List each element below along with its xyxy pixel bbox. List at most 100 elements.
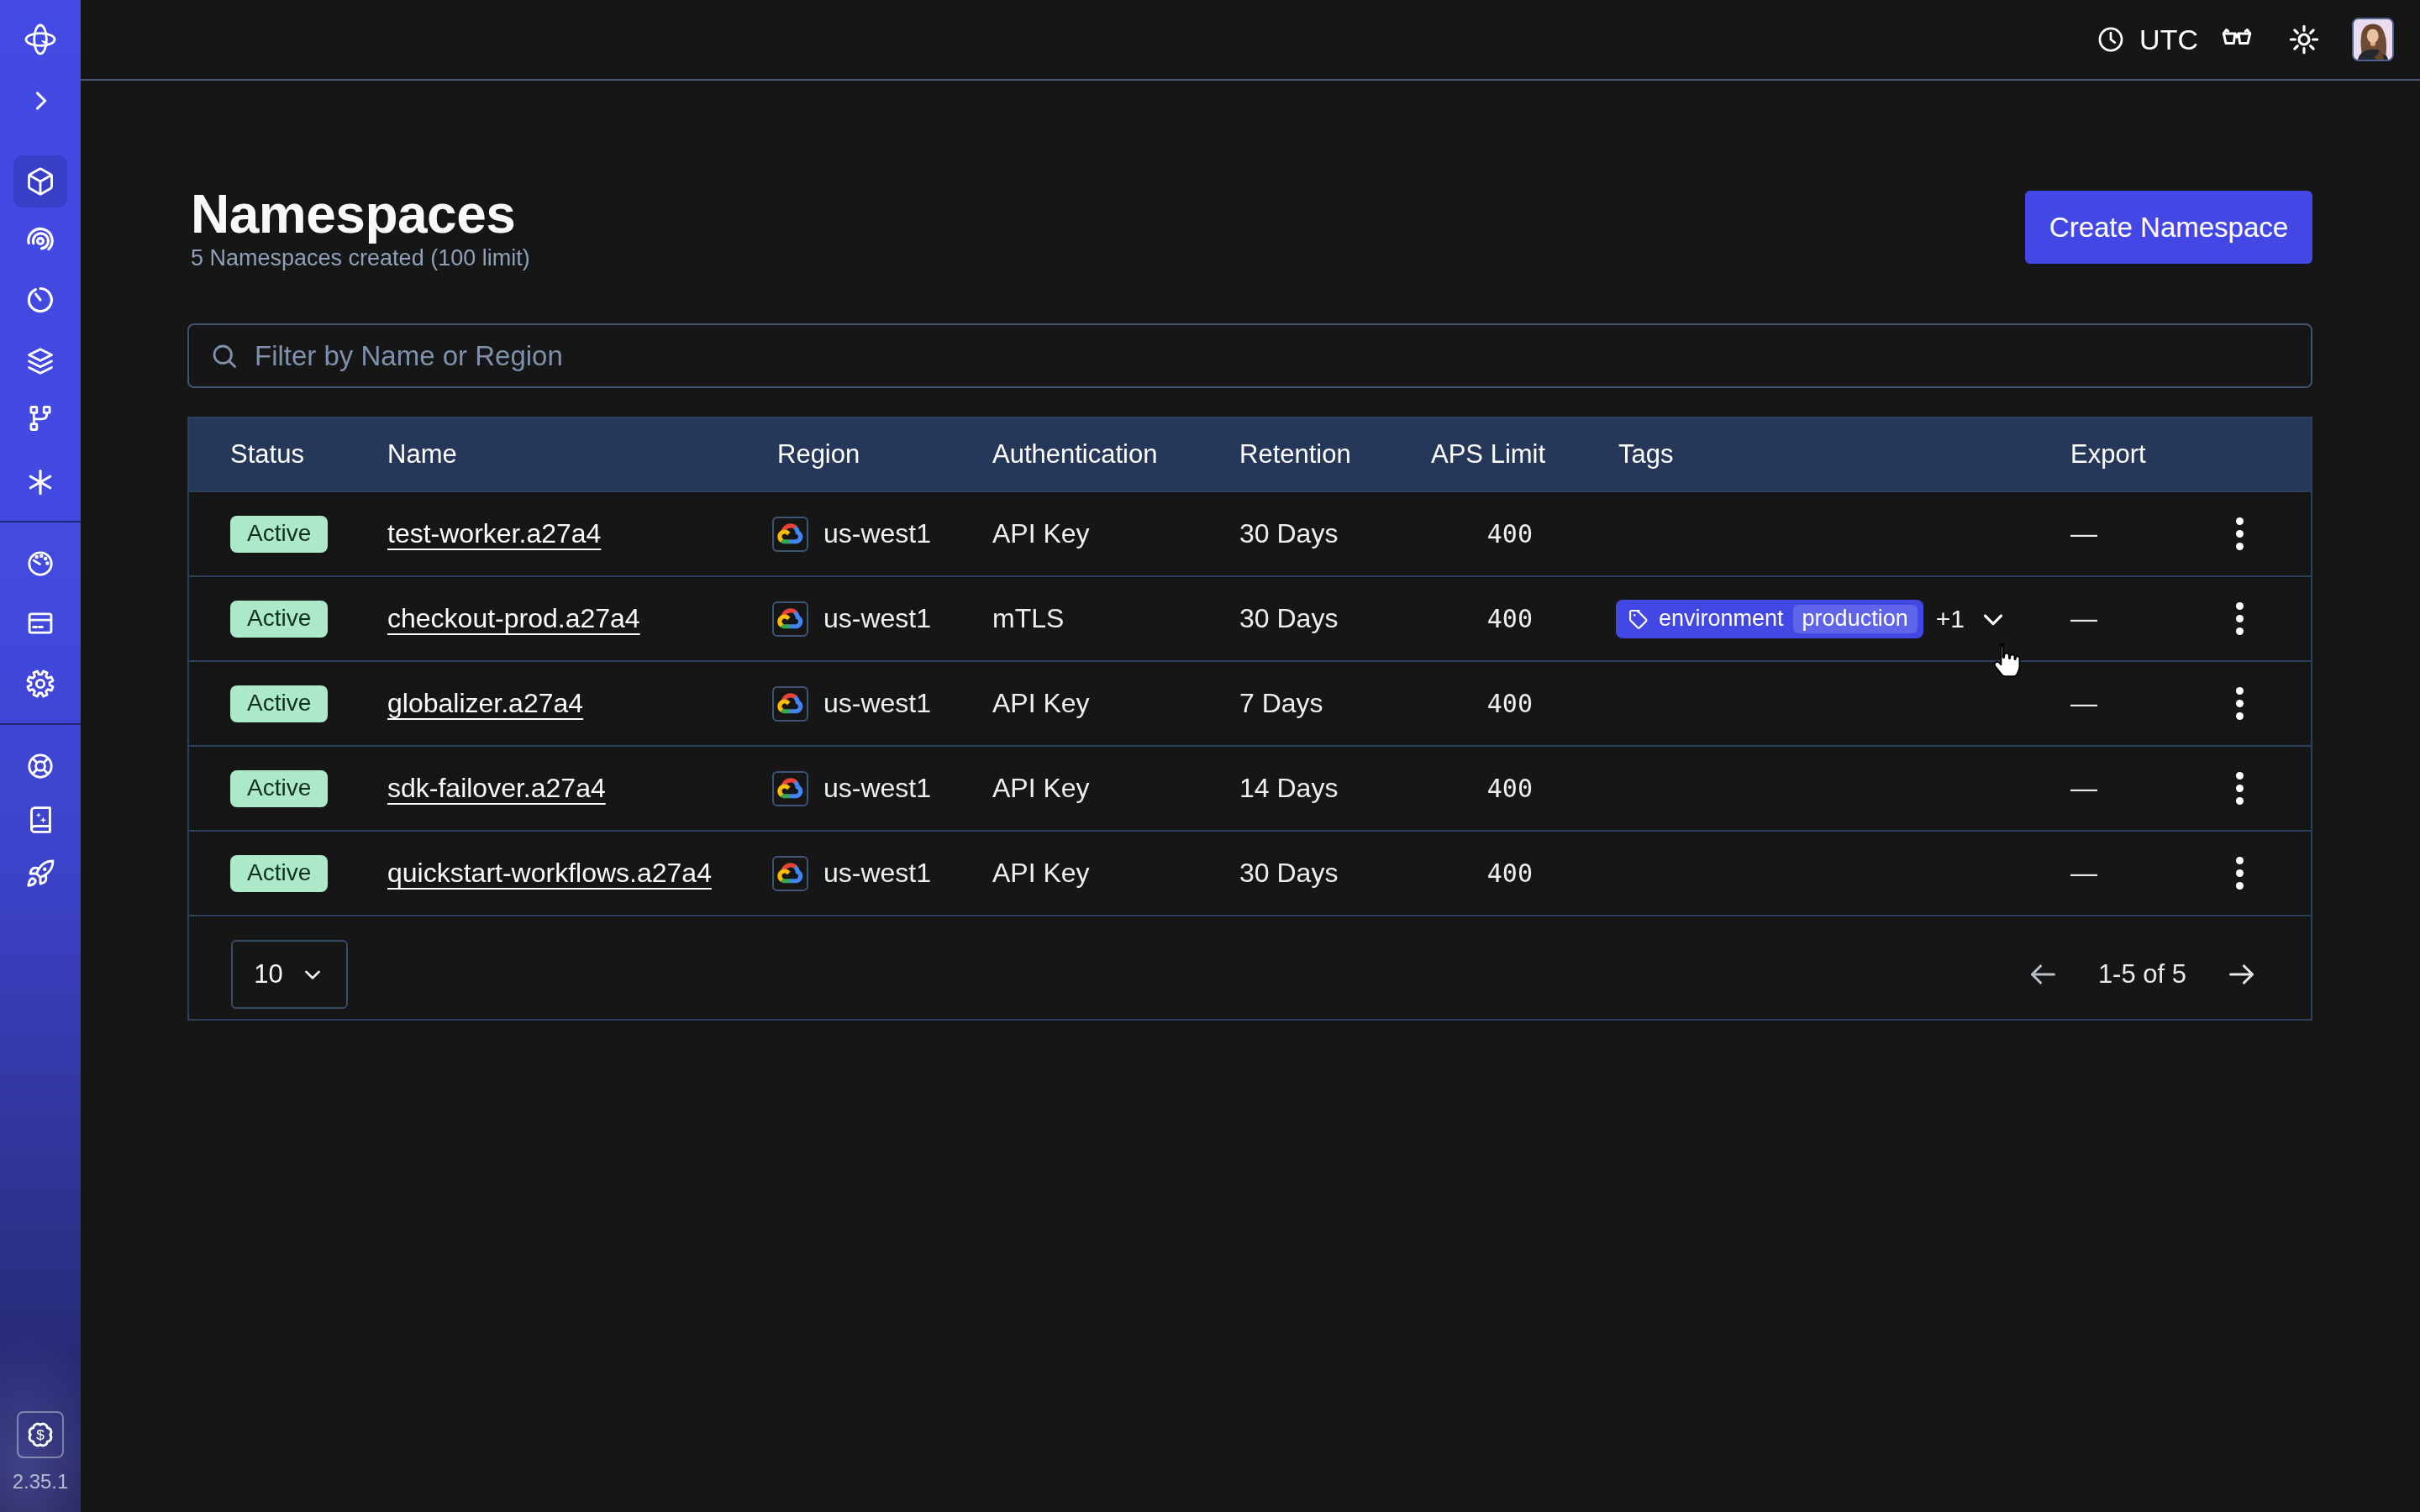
aps-limit-value: 400 — [1411, 858, 1598, 888]
layers-icon — [25, 346, 55, 376]
gcp-region-box — [772, 601, 808, 637]
region-label: us-west1 — [823, 773, 931, 804]
namespace-link[interactable]: checkout-prod.a27a4 — [387, 603, 640, 633]
namespace-link[interactable]: sdk-failover.a27a4 — [387, 773, 606, 803]
temporal-logo[interactable] — [13, 13, 67, 66]
status-badge: Active — [230, 770, 328, 807]
export-value: — — [2049, 858, 2193, 889]
docs-book-icon — [25, 805, 55, 835]
namespace-link[interactable]: quickstart-workflows.a27a4 — [387, 858, 712, 888]
retention-label: 30 Days — [1219, 518, 1411, 549]
retention-label: 14 Days — [1219, 773, 1411, 804]
sidebar-item-billing[interactable] — [13, 597, 67, 649]
pagination-range: 1-5 of 5 — [2098, 959, 2186, 990]
namespaces-table: Status Name Region Authentication Retent… — [187, 417, 2312, 1021]
fork-icon — [25, 403, 55, 433]
chevron-right-icon — [26, 87, 55, 115]
search-input[interactable] — [255, 340, 2291, 372]
expand-tags-chevron-icon[interactable] — [1977, 603, 2009, 635]
sidebar-item-docs[interactable] — [13, 794, 67, 846]
create-namespace-button[interactable]: Create Namespace — [2025, 191, 2312, 264]
sidebar-item-worker-deployments[interactable] — [13, 392, 67, 444]
status-badge: Active — [230, 685, 328, 722]
table-row: Active test-worker.a27a4 us-west1 API Ke… — [189, 491, 2311, 575]
lifebuoy-icon — [25, 751, 55, 781]
table-row: Active quickstart-workflows.a27a4 us-wes… — [189, 830, 2311, 915]
pricing-badge-button[interactable]: $ — [17, 1411, 64, 1458]
tags-more-count: +1 — [1936, 605, 1965, 633]
table-footer: 10 1-5 of 5 — [189, 915, 2311, 1019]
google-cloud-icon — [777, 863, 803, 884]
sidebar-item-usage[interactable] — [13, 538, 67, 590]
status-badge: Active — [230, 601, 328, 638]
tag-value: production — [1793, 605, 1918, 633]
tags-cell: environment production +1 — [1598, 600, 2049, 638]
table-row: Active globalizer.a27a4 us-west1 API Key… — [189, 660, 2311, 745]
row-actions-menu[interactable] — [2193, 517, 2311, 550]
sidebar: $ 2.35.1 — [0, 0, 81, 1512]
pagination-controls: 1-5 of 5 — [2026, 958, 2259, 991]
col-header-status[interactable]: Status — [189, 439, 367, 470]
gauge-icon — [25, 549, 55, 579]
col-header-authentication[interactable]: Authentication — [972, 439, 1219, 470]
labs-mode-button[interactable] — [2219, 22, 2254, 57]
asterisk-icon — [25, 467, 55, 497]
namespace-link[interactable]: test-worker.a27a4 — [387, 518, 601, 549]
col-header-name[interactable]: Name — [367, 439, 755, 470]
sidebar-item-get-started[interactable] — [13, 848, 67, 900]
row-actions-menu[interactable] — [2193, 602, 2311, 635]
cube-icon — [25, 166, 55, 197]
region-label: us-west1 — [823, 603, 931, 634]
sidebar-item-nexus[interactable] — [13, 456, 67, 508]
retention-label: 7 Days — [1219, 688, 1411, 719]
namespace-link[interactable]: globalizer.a27a4 — [387, 688, 583, 718]
sidebar-item-deployments[interactable] — [13, 335, 67, 387]
table-row: Active sdk-failover.a27a4 us-west1 API K… — [189, 745, 2311, 830]
col-header-tags[interactable]: Tags — [1598, 439, 2049, 470]
table-header-row: Status Name Region Authentication Retent… — [189, 418, 2311, 491]
google-cloud-icon — [777, 693, 803, 714]
region-label: us-west1 — [823, 518, 931, 549]
sidebar-item-namespaces[interactable] — [13, 155, 67, 207]
avatar-image — [2354, 19, 2392, 60]
page-subtitle: 5 Namespaces created (100 limit) — [191, 245, 530, 271]
sidebar-divider — [0, 723, 81, 725]
dollar-badge-icon: $ — [25, 1420, 55, 1450]
row-actions-menu[interactable] — [2193, 687, 2311, 720]
google-cloud-icon — [777, 778, 803, 799]
sidebar-item-settings[interactable] — [13, 658, 67, 710]
tag-icon — [1627, 607, 1649, 630]
col-header-retention[interactable]: Retention — [1219, 439, 1411, 470]
rocket-icon — [25, 858, 55, 889]
sidebar-item-support[interactable] — [13, 740, 67, 792]
theme-toggle-button[interactable] — [2287, 23, 2321, 56]
region-label: us-west1 — [823, 688, 931, 719]
sidebar-item-workflows[interactable] — [13, 215, 67, 267]
page-size-select[interactable]: 10 — [231, 940, 348, 1009]
timezone-button[interactable]: UTC — [2096, 24, 2198, 56]
aps-limit-value: 400 — [1411, 689, 1598, 718]
col-header-region[interactable]: Region — [755, 439, 972, 470]
tag-pill[interactable]: environment production — [1616, 600, 1923, 638]
col-header-aps-limit[interactable]: APS Limit — [1411, 439, 1598, 470]
auth-label: API Key — [972, 518, 1219, 549]
export-value: — — [2049, 688, 2193, 719]
export-value: — — [2049, 603, 2193, 634]
next-page-button[interactable] — [2225, 958, 2259, 991]
previous-page-button[interactable] — [2026, 958, 2060, 991]
google-cloud-icon — [777, 523, 803, 544]
sidebar-expand-button[interactable] — [13, 75, 67, 127]
topbar: UTC — [81, 0, 2420, 81]
filter-search — [187, 323, 2312, 388]
gcp-region-box — [772, 771, 808, 806]
row-actions-menu[interactable] — [2193, 772, 2311, 805]
sidebar-item-schedules[interactable] — [13, 274, 67, 326]
gcp-region-box — [772, 517, 808, 552]
svg-text:$: $ — [36, 1426, 45, 1443]
export-value: — — [2049, 773, 2193, 804]
user-avatar[interactable] — [2352, 18, 2394, 61]
row-actions-menu[interactable] — [2193, 857, 2311, 890]
col-header-export[interactable]: Export — [2049, 439, 2193, 470]
glasses-icon — [2219, 22, 2254, 57]
gcp-region-box — [772, 856, 808, 891]
